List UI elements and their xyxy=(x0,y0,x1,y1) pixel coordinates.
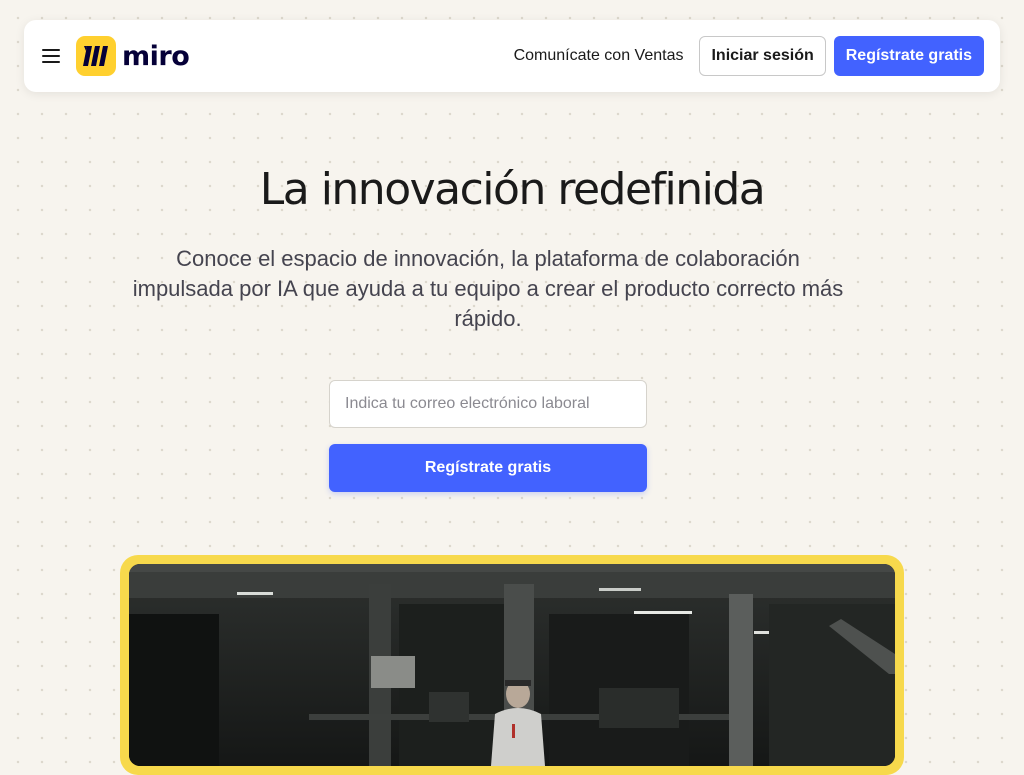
hero-title: La innovación redefinida xyxy=(259,164,766,215)
hero-video-frame xyxy=(120,555,904,775)
login-button[interactable]: Iniciar sesión xyxy=(699,36,826,76)
hero-subtitle: Conoce el espacio de innovación, la plat… xyxy=(132,246,844,331)
hero-video[interactable] xyxy=(129,564,895,766)
nav-actions: Comunícate con Ventas Iniciar sesión Reg… xyxy=(514,36,984,76)
contact-sales-link[interactable]: Comunícate con Ventas xyxy=(514,47,684,65)
miro-logo-mark-icon xyxy=(76,36,116,76)
miro-logo[interactable]: miro xyxy=(76,36,190,76)
hamburger-menu-icon[interactable] xyxy=(42,49,60,63)
office-scene-illustration xyxy=(129,564,895,766)
signup-cta-button[interactable]: Regístrate gratis xyxy=(329,444,647,492)
top-navbar: miro Comunícate con Ventas Iniciar sesió… xyxy=(24,20,1000,92)
logo-wordmark: miro xyxy=(122,40,190,72)
work-email-input[interactable] xyxy=(329,380,647,428)
signup-nav-button[interactable]: Regístrate gratis xyxy=(833,36,984,76)
